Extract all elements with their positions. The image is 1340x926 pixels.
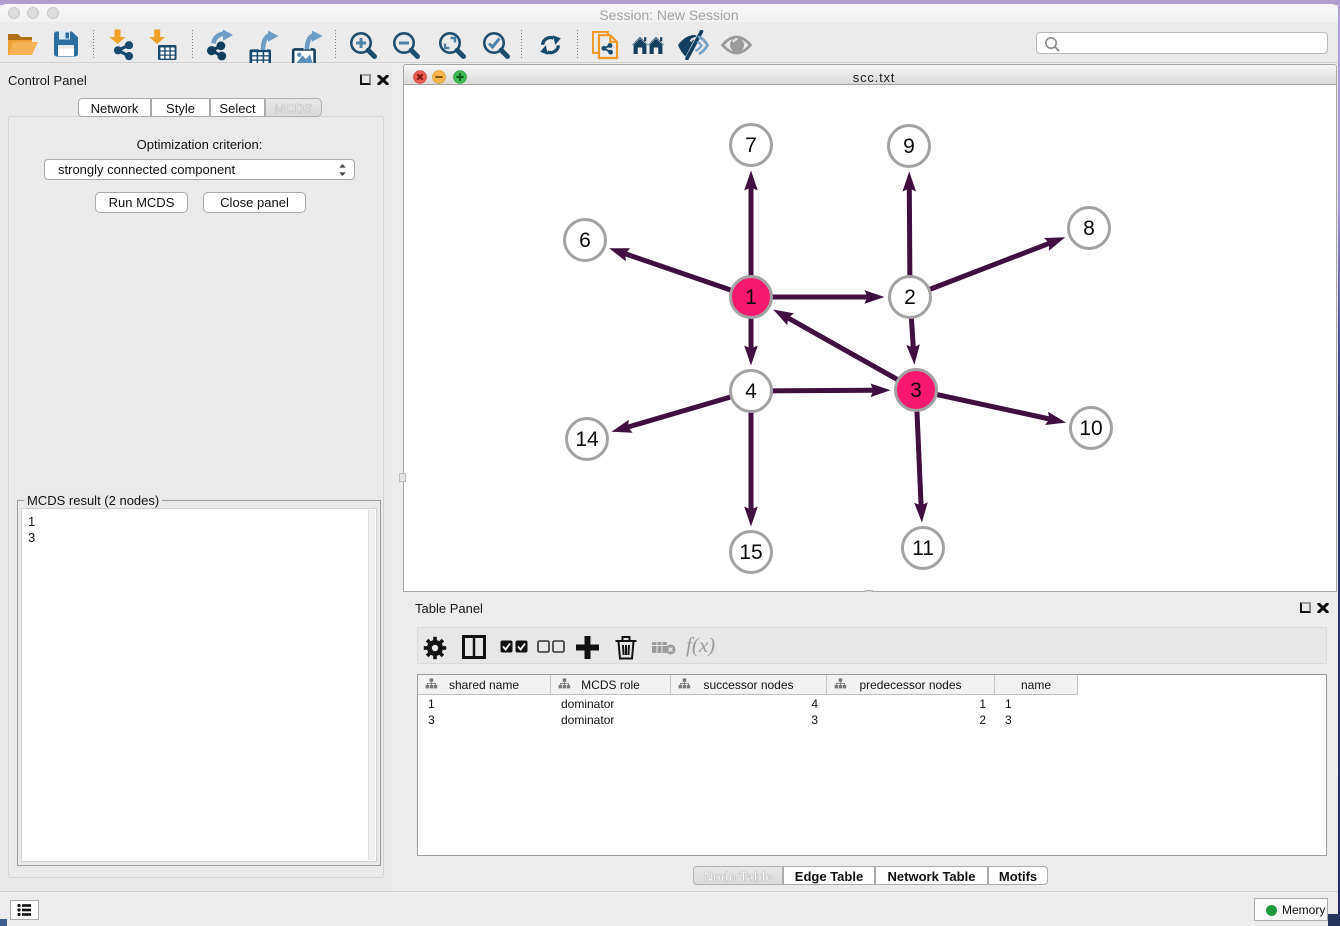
svg-text:10: 10 xyxy=(1079,417,1102,440)
svg-text:8: 8 xyxy=(1083,217,1095,240)
svg-text:9: 9 xyxy=(903,135,915,158)
svg-text:11: 11 xyxy=(912,537,934,560)
svg-text:3: 3 xyxy=(910,379,922,402)
svg-text:4: 4 xyxy=(745,380,757,403)
svg-text:15: 15 xyxy=(739,541,762,564)
svg-text:2: 2 xyxy=(904,286,916,309)
svg-text:6: 6 xyxy=(579,229,591,252)
svg-text:7: 7 xyxy=(745,134,757,157)
svg-text:1: 1 xyxy=(745,286,757,309)
svg-text:14: 14 xyxy=(575,428,599,451)
